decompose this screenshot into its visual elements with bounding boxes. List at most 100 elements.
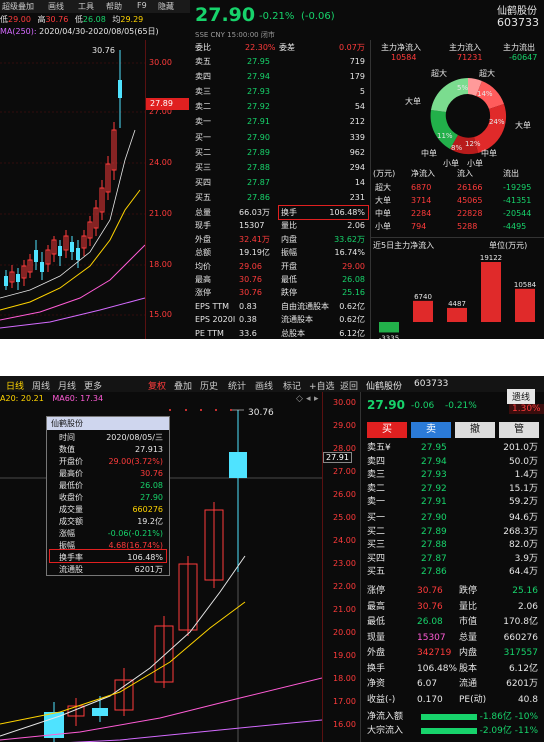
tooltip-row: 数值 27.913 — [47, 444, 169, 456]
bid-row[interactable]: 买二 27.89 962 — [193, 145, 369, 160]
bottom-quote-panel: 27.90 -0.06 -0.21% 遗线 1.30% 买 卖 撤 管 卖五¥ 2… — [360, 389, 544, 742]
stat-label: 总量 — [459, 632, 478, 643]
scale-tick: 17.00 — [333, 697, 356, 706]
buy-button[interactable]: 买 — [367, 422, 407, 438]
stat-label: 净资 — [367, 679, 386, 689]
stat-row: 现量 15307 总量 660276 — [361, 631, 544, 646]
scale-tick: 23.00 — [333, 559, 356, 568]
bottom-price-scale: 30.00 29.00 28.00 27.00 26.00 25.00 24.00 23.00… — [322, 392, 360, 742]
bid-row[interactable]: 买二 27.89 268.3万 — [361, 526, 544, 539]
bid-row[interactable]: 买四 27.87 3.9万 — [361, 553, 544, 566]
diamond-icon[interactable]: ◇ — [296, 394, 303, 404]
bid-row[interactable]: 买五 27.86 231 — [193, 190, 369, 205]
ask-row[interactable]: 卖一 27.91 59.2万 — [361, 496, 544, 509]
scale-tick: 21.00 — [333, 605, 356, 614]
quote-subline: SSE CNY 15:00:00 闭市 — [195, 31, 275, 39]
tooltip-value: -0.06(-0.21%) — [107, 529, 163, 538]
ask-row[interactable]: 卖五 27.95 719 — [193, 54, 369, 69]
stat-row: 最高 30.76 量比 2.06 — [361, 600, 544, 615]
ma-line: MA(250): 2020/04/30-2020/08/05(65日) — [0, 27, 159, 36]
overlay-button[interactable]: 叠加 — [174, 379, 192, 392]
bid-row[interactable]: 买三 27.88 294 — [193, 160, 369, 175]
sell-button[interactable]: 卖 — [411, 422, 451, 438]
bid-row[interactable]: 买五 27.86 64.4万 — [361, 566, 544, 579]
ask-row[interactable]: 卖四 27.94 179 — [193, 69, 369, 84]
history-button[interactable]: 历史 — [200, 379, 218, 392]
stat-value: 25.16 — [512, 586, 538, 596]
top-menu-bar: 超级叠加 画线 工具 帮助 F9 隐藏 — [0, 0, 190, 13]
menu-item[interactable]: 工具 — [78, 1, 94, 12]
cancel-button[interactable]: 撤 — [455, 422, 495, 438]
manage-button[interactable]: 管 — [499, 422, 539, 438]
menu-item[interactable]: F9 — [137, 1, 147, 10]
netflow-label: 净流入额 — [367, 712, 404, 722]
stock-name: 仙鹤股份 — [366, 382, 403, 392]
stat-value: 6201万 — [506, 679, 538, 689]
flow-panel: 主力净流入 主力流入 主力流出 10584 71231 -60647 超大 超大… — [370, 40, 544, 339]
scale-tick: 20.00 — [333, 628, 356, 637]
bid-row[interactable]: 买三 27.88 82.0万 — [361, 539, 544, 552]
tab-more[interactable]: 更多 — [84, 379, 102, 392]
five-day-bar-label: 19122 — [480, 254, 502, 262]
ask-volume: 59.2万 — [508, 497, 538, 507]
ask-price: 27.95 — [421, 443, 447, 453]
mark-button[interactable]: 标记 — [283, 379, 301, 392]
five-day-bar — [447, 307, 467, 322]
tooltip-key: 最高价 — [59, 469, 83, 478]
bid-row[interactable]: 买四 27.87 14 — [193, 175, 369, 190]
bid-price: 27.86 — [421, 567, 447, 577]
stat-value: 2.06 — [517, 601, 538, 612]
ask-volume: 212 — [349, 117, 365, 126]
top-peak-label: 30.76 — [92, 46, 115, 55]
tab-weekly[interactable]: 周线 — [32, 379, 50, 392]
draw-line-button[interactable]: 画线 — [255, 379, 273, 392]
tab-daily[interactable]: 日线 — [6, 379, 24, 392]
quote-change-pct: -0.21% — [445, 401, 477, 411]
ask-row[interactable]: 卖一 27.91 212 — [193, 114, 369, 129]
bid-row[interactable]: 买一 27.90 94.6万 — [361, 512, 544, 525]
menu-item[interactable]: 画线 — [48, 1, 64, 12]
bid-label: 买五 — [195, 193, 211, 202]
bid-label: 买四 — [195, 178, 211, 187]
stat-row: PE TTM 33.6 总股本 6.12亿 — [193, 326, 369, 339]
ask-row[interactable]: 卖三 27.93 5 — [193, 84, 369, 99]
bid-row[interactable]: 买一 27.90 339 — [193, 130, 369, 145]
chevron-left-icon[interactable]: ◂ — [306, 394, 311, 404]
five-day-bar — [379, 322, 399, 333]
bid-volume: 294 — [349, 163, 365, 172]
stat-label: 总股本 — [281, 328, 305, 338]
five-day-bar-label: 10584 — [514, 281, 537, 289]
statistics-button[interactable]: 统计 — [228, 379, 246, 392]
chevron-right-icon[interactable]: ▸ — [314, 394, 319, 404]
restore-rights-button[interactable]: 复权 — [148, 379, 166, 392]
stat-label: 内盘 — [459, 648, 478, 658]
menu-item[interactable]: 帮助 — [106, 1, 122, 12]
stat-row: 收益(-) 0.170 PE(动) 40.8 — [361, 693, 544, 708]
tooltip-value: 27.913 — [135, 445, 163, 454]
ask-row[interactable]: 卖二 27.92 15.1万 — [361, 483, 544, 496]
stat-label: 现量 — [367, 632, 386, 643]
menu-item[interactable]: 超级叠加 — [2, 1, 34, 12]
ask-row[interactable]: 卖二 27.92 54 — [193, 99, 369, 114]
bid-price: 27.86 — [247, 193, 270, 202]
bottom-panel: 日线 周线 月线 更多 复权 叠加 历史 统计 画线 标记 +自选 返回 仙鹤股… — [0, 376, 544, 742]
netflow-row: 净流入额 -1.86亿 -10% — [361, 710, 544, 725]
back-button[interactable]: 返回 — [340, 379, 358, 392]
bid-label: 买一 — [367, 513, 386, 523]
tab-monthly[interactable]: 月线 — [58, 379, 76, 392]
menu-item[interactable]: 隐藏 — [158, 1, 174, 12]
stat-value: 6.12亿 — [339, 328, 365, 338]
add-favorite-button[interactable]: +自选 — [309, 379, 335, 392]
bid-volume: 231 — [349, 193, 365, 202]
top-panel: 超级叠加 画线 工具 帮助 F9 隐藏 低29.00 高30.76 低26.08… — [0, 0, 544, 339]
ask-row[interactable]: 卖三 27.93 1.4万 — [361, 469, 544, 482]
ask-label: 卖二 — [367, 483, 386, 494]
ask-row[interactable]: 卖五¥ 27.95 201.0万 — [361, 442, 544, 455]
quote-tag-button[interactable]: 遗线 — [507, 389, 536, 404]
stat-label: 流通 — [459, 679, 478, 689]
quote-price: 27.90 — [367, 398, 405, 412]
stock-code: 603733 — [414, 379, 449, 389]
ask-row[interactable]: 卖四 27.94 50.0万 — [361, 456, 544, 469]
top-order-book: 委比 22.30% 委差 0.07万 卖五 27.95 719 卖四 27.94 179 卖… — [193, 40, 369, 339]
stat-value: 170.8亿 — [503, 617, 538, 627]
